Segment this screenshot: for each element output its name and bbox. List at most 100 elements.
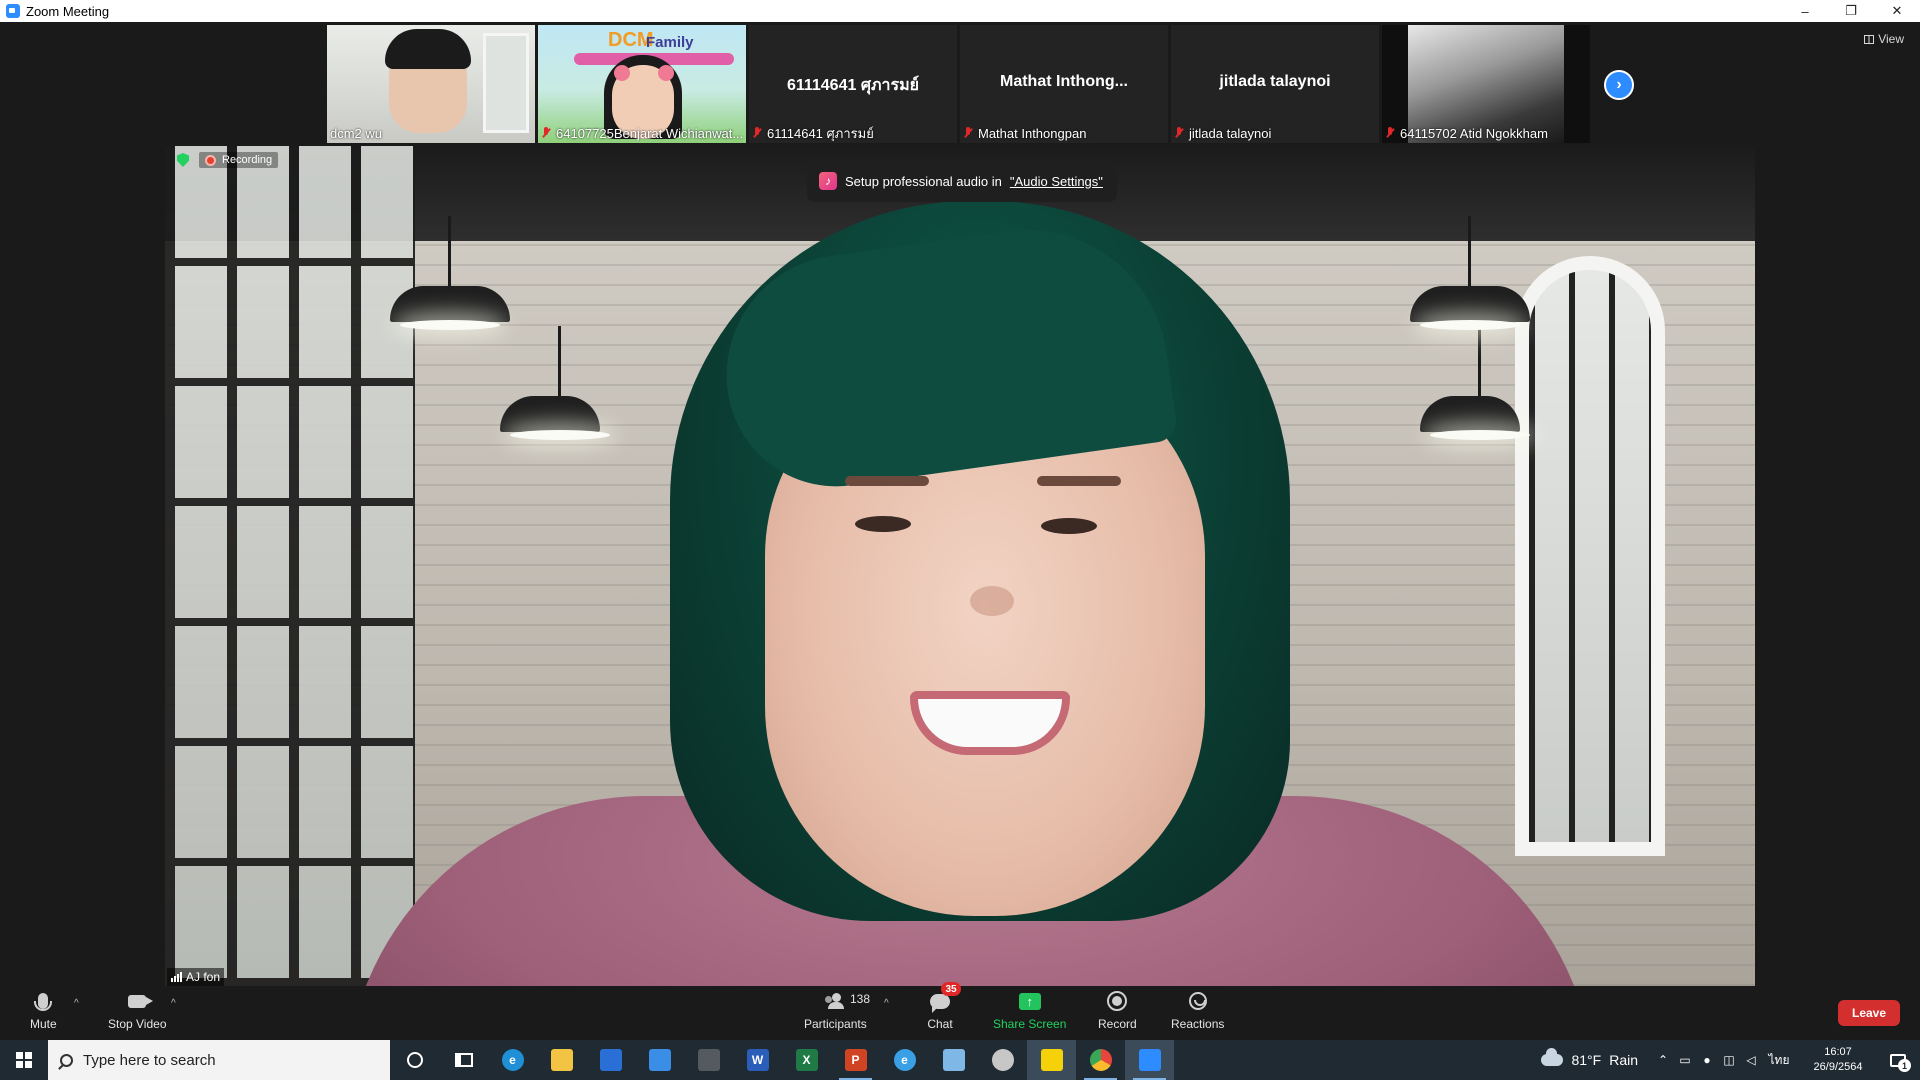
taskbar-app-chrome[interactable]: [1076, 1040, 1125, 1080]
taskbar-app-generic[interactable]: [684, 1040, 733, 1080]
taskbar-app-word[interactable]: W: [733, 1040, 782, 1080]
taskbar-app-store[interactable]: [586, 1040, 635, 1080]
zoom-app-icon: [6, 4, 20, 18]
taskbar-app-generic-2[interactable]: [929, 1040, 978, 1080]
participant-name-bar: Mathat Inthongpan: [963, 125, 1165, 141]
input-language[interactable]: ไทย: [1762, 1040, 1796, 1080]
thumbnail-strip: dcm2 wu DCM Family 64107725Benjarat Wich…: [327, 25, 1590, 143]
background-window: [165, 146, 415, 986]
recording-indicator[interactable]: Recording: [199, 152, 279, 168]
powerpoint-icon: P: [844, 1049, 867, 1071]
stop-video-label: Stop Video: [108, 1017, 167, 1031]
encryption-shield-icon[interactable]: [177, 153, 189, 167]
share-screen-button[interactable]: ↑ Share Screen: [993, 988, 1066, 1031]
active-speaker-video[interactable]: Recording ♪ Setup professional audio in …: [165, 146, 1755, 986]
muted-mic-icon: [1174, 127, 1184, 139]
muted-mic-icon: [963, 127, 973, 139]
mail-icon: [648, 1049, 671, 1071]
taskbar-app-file-explorer[interactable]: [537, 1040, 586, 1080]
windows-taskbar: Type here to search e W X P e 81°F Rain …: [0, 1040, 1920, 1080]
stop-video-button[interactable]: Stop Video: [108, 988, 167, 1031]
reactions-button[interactable]: Reactions: [1171, 988, 1224, 1031]
next-page-arrow-icon[interactable]: ›: [1604, 70, 1634, 100]
taskbar-app-internet-explorer[interactable]: e: [880, 1040, 929, 1080]
excel-icon: X: [795, 1049, 818, 1071]
video-options-caret-icon[interactable]: ^: [171, 998, 176, 1009]
taskbar-app-zoom[interactable]: [1125, 1040, 1174, 1080]
reactions-label: Reactions: [1171, 1017, 1225, 1031]
taskbar-app-generic-3[interactable]: [978, 1040, 1027, 1080]
meeting-controls-bar: Mute ^ Stop Video ^ Participants 138 ^ 3…: [0, 982, 1920, 1040]
participant-thumbnail[interactable]: 61114641 ศุภารมย์ 61114641 ศุภารมย์: [749, 25, 957, 143]
speaker-name-tag: AJ fon: [167, 968, 225, 986]
taskbar-clock[interactable]: 16:07 26/9/2564: [1800, 1045, 1876, 1075]
taskbar-app-mail[interactable]: [635, 1040, 684, 1080]
participant-thumbnail[interactable]: 64115702 Atid Ngokkham: [1382, 25, 1590, 143]
window-title: Zoom Meeting: [26, 3, 110, 19]
participants-options-caret-icon[interactable]: ^: [884, 998, 889, 1009]
participant-thumbnail[interactable]: Mathat Inthong... Mathat Inthongpan: [960, 25, 1168, 143]
taskbar-app-powerpoint[interactable]: P: [831, 1040, 880, 1080]
restore-button[interactable]: ❐: [1828, 0, 1874, 22]
search-placeholder: Type here to search: [83, 1051, 216, 1069]
action-center-button[interactable]: 1: [1876, 1040, 1920, 1080]
participant-name: Mathat Inthongpan: [978, 125, 1087, 141]
participant-thumbnail[interactable]: DCM Family 64107725Benjarat Wichianwat..…: [538, 25, 746, 143]
participant-thumbnail[interactable]: jitlada talaynoi jitlada talaynoi: [1171, 25, 1379, 143]
minimize-button[interactable]: –: [1782, 0, 1828, 22]
task-view-icon: [454, 1053, 473, 1067]
background-lamp: [1420, 326, 1530, 440]
speaker-eye: [1041, 518, 1097, 534]
app-icon: [942, 1049, 965, 1071]
microphone-tray-icon[interactable]: ●: [1696, 1040, 1718, 1080]
cortana-button[interactable]: [390, 1040, 439, 1080]
cortana-icon: [406, 1052, 423, 1068]
volume-icon[interactable]: ◁: [1740, 1040, 1762, 1080]
rain-cloud-icon: [1541, 1048, 1564, 1066]
participant-name: 64115702 Atid Ngokkham: [1400, 125, 1548, 141]
audio-options-caret-icon[interactable]: ^: [74, 998, 79, 1009]
taskbar-search-box[interactable]: Type here to search: [48, 1040, 390, 1080]
participant-display-name: 61114641 ศุภารมย์: [786, 77, 920, 94]
participant-name-bar: 64107725Benjarat Wichianwat...: [541, 125, 743, 141]
recording-dot-icon: [205, 154, 216, 166]
video-camera-icon: [128, 994, 154, 1008]
taskbar-app-sticky-notes[interactable]: [1027, 1040, 1076, 1080]
search-icon: [60, 1053, 73, 1067]
participants-count: 138: [850, 992, 871, 1006]
leave-button[interactable]: Leave: [1838, 1000, 1900, 1026]
weather-widget[interactable]: 81°F Rain: [1541, 1048, 1638, 1068]
toast-text: Setup professional audio in: [845, 173, 1002, 189]
task-view-button[interactable]: [439, 1040, 488, 1080]
chat-button[interactable]: 35 Chat: [927, 982, 961, 1031]
internet-explorer-icon: e: [893, 1049, 916, 1071]
background-arched-window: [1515, 256, 1665, 856]
taskbar-app-excel[interactable]: X: [782, 1040, 831, 1080]
mute-button[interactable]: Mute: [30, 988, 57, 1031]
audio-settings-link[interactable]: "Audio Settings": [1010, 174, 1103, 189]
speaker-eye: [855, 516, 911, 532]
background-lamp: [1410, 216, 1530, 330]
grid-view-icon: [1864, 34, 1875, 44]
music-note-icon: ♪: [819, 172, 837, 190]
record-button[interactable]: Record: [1098, 988, 1137, 1031]
background-lamp: [390, 216, 510, 330]
network-icon[interactable]: ▭: [1674, 1040, 1696, 1080]
participant-thumbnail[interactable]: dcm2 wu: [327, 25, 535, 143]
record-label: Record: [1098, 1017, 1137, 1031]
mute-label: Mute: [30, 1017, 57, 1031]
muted-mic-icon: [1385, 127, 1395, 139]
edge-icon: e: [501, 1049, 524, 1071]
participant-name: jitlada talaynoi: [1189, 125, 1272, 141]
share-screen-icon: ↑: [1018, 992, 1041, 1010]
close-button[interactable]: ✕: [1874, 0, 1920, 22]
taskbar-app-edge[interactable]: e: [488, 1040, 537, 1080]
display-tray-icon[interactable]: ◫: [1718, 1040, 1740, 1080]
chrome-icon: [1089, 1049, 1112, 1071]
view-label: View: [1878, 32, 1904, 46]
start-button[interactable]: [0, 1040, 48, 1080]
show-hidden-icons-chevron-icon[interactable]: ⌃: [1652, 1040, 1674, 1080]
muted-mic-icon: [541, 127, 551, 139]
view-button[interactable]: View: [1864, 32, 1904, 46]
store-icon: [599, 1049, 622, 1071]
